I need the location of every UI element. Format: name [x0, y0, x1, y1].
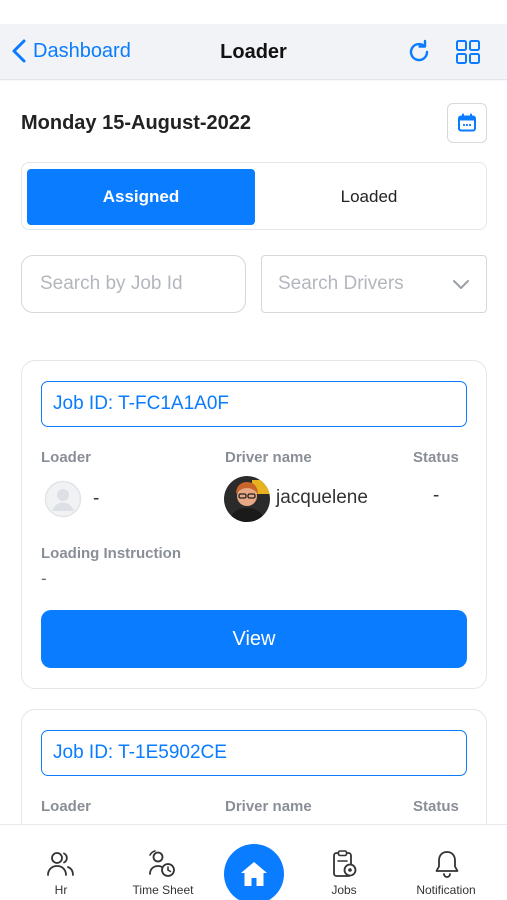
bell-icon [435, 851, 459, 878]
driver-avatar [224, 476, 270, 522]
loading-instruction-value: - [41, 569, 47, 588]
grid-menu-icon[interactable] [454, 38, 482, 66]
driver-photo-icon [224, 476, 270, 522]
status-label: Status [413, 798, 459, 815]
loader-avatar-placeholder-icon [44, 480, 82, 518]
tab-jobs[interactable]: Jobs [290, 825, 400, 900]
tab-assigned[interactable]: Assigned [27, 169, 255, 225]
job-card: Job ID: T-1E5902CE Loader Driver name St… [21, 709, 487, 824]
search-drivers-placeholder: Search Drivers [278, 273, 404, 294]
timesheet-icon [149, 850, 175, 877]
status-tabs: Assigned Loaded [21, 162, 487, 230]
chevron-down-icon [453, 280, 469, 289]
tab-home[interactable] [224, 844, 284, 900]
main-content: Monday 15-August-2022 Assigned Loaded Se… [0, 81, 507, 824]
tab-notification[interactable]: Notification [395, 825, 507, 900]
loader-label: Loader [41, 798, 92, 815]
tab-hr[interactable]: Hr [0, 825, 120, 900]
bottom-tab-bar: Hr Time Sheet Jobs Notification [0, 824, 507, 900]
driver-name-label: Driver name [225, 449, 312, 466]
driver-name-value: jacquelene [276, 487, 368, 508]
tab-jobs-label: Jobs [331, 883, 357, 897]
loader-label: Loader [41, 449, 92, 466]
tab-notification-label: Notification [416, 883, 476, 897]
tab-time-sheet-label: Time Sheet [132, 883, 194, 897]
jobs-clipboard-icon [333, 850, 357, 877]
search-drivers-dropdown[interactable]: Search Drivers [261, 255, 487, 313]
selected-date: Monday 15-August-2022 [21, 112, 252, 134]
tab-time-sheet[interactable]: Time Sheet [110, 825, 220, 900]
top-navigation-bar: Dashboard Loader [0, 24, 507, 80]
loader-value: - [93, 488, 100, 509]
status-value: - [433, 485, 440, 506]
refresh-icon[interactable] [405, 38, 433, 66]
home-icon [241, 862, 267, 886]
users-icon [47, 852, 74, 876]
search-job-id-input[interactable] [21, 255, 246, 313]
status-label: Status [413, 449, 459, 466]
job-id-field[interactable]: Job ID: T-1E5902CE [41, 730, 467, 776]
calendar-button[interactable] [447, 103, 487, 143]
status-bar [0, 0, 507, 24]
tab-loaded[interactable]: Loaded [256, 169, 482, 225]
job-card: Job ID: T-FC1A1A0F Loader Driver name St… [21, 360, 487, 689]
job-id-field[interactable]: Job ID: T-FC1A1A0F [41, 381, 467, 427]
driver-name-label: Driver name [225, 798, 312, 815]
view-job-button[interactable]: View [41, 610, 467, 668]
calendar-icon [458, 113, 476, 132]
loading-instruction-label: Loading Instruction [41, 545, 181, 562]
tab-hr-label: Hr [54, 883, 68, 897]
